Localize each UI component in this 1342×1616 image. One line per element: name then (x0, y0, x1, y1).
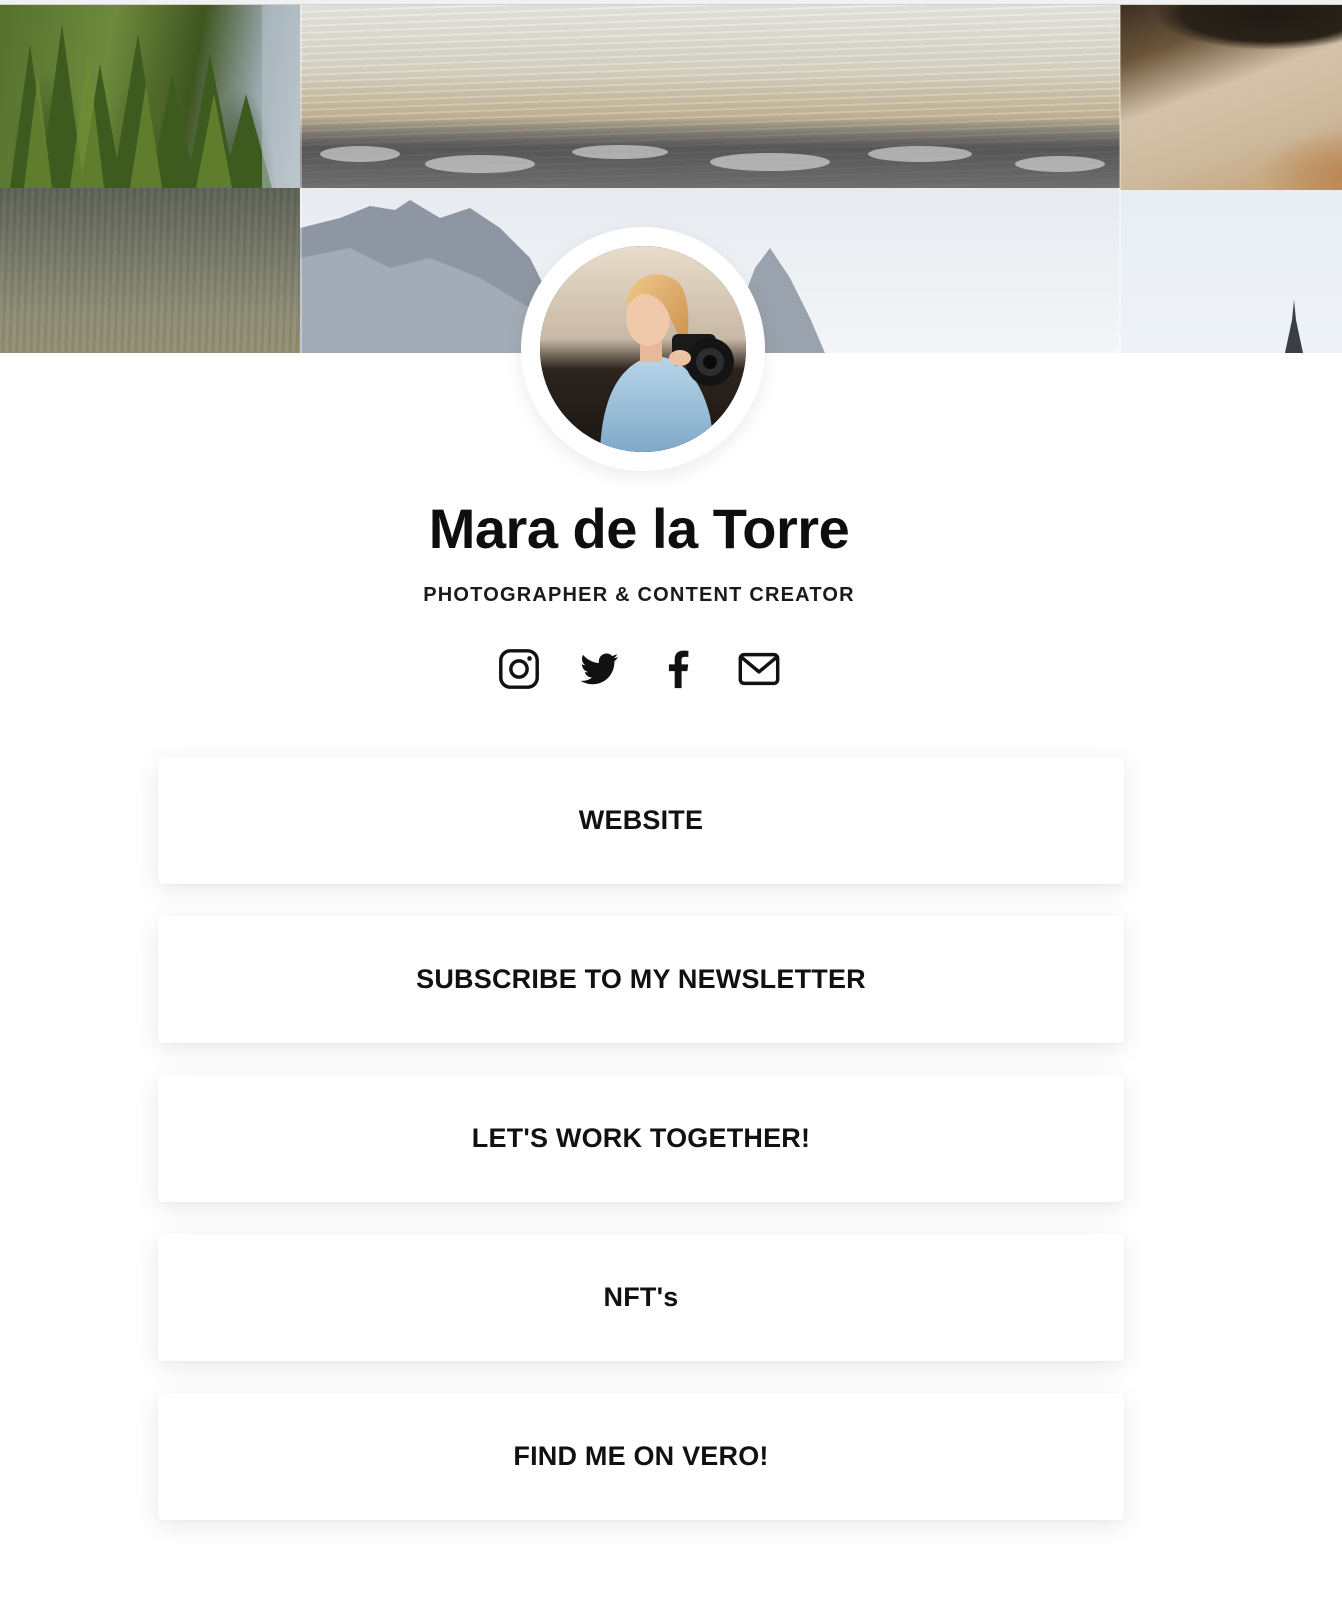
forest-photo (0, 4, 300, 188)
forest-trees-image (10, 4, 300, 188)
instagram-icon (499, 649, 539, 689)
twitter-icon (580, 653, 619, 685)
tile-divider (1119, 4, 1121, 353)
mail-icon (738, 652, 780, 686)
sky-photo (1120, 190, 1342, 353)
tile-divider (300, 4, 302, 353)
profile-tagline: PHOTOGRAPHER & CONTENT CREATOR (423, 584, 855, 606)
cliff-photo (0, 188, 300, 353)
link-list: WEBSITE SUBSCRIBE TO MY NEWSLETTER LET'S… (158, 757, 1124, 1552)
website-button[interactable]: WEBSITE (158, 757, 1124, 884)
link-label: WEBSITE (578, 805, 704, 835)
facebook-icon (668, 650, 689, 689)
sea-photo (300, 4, 1120, 188)
steeple-image (1285, 300, 1303, 353)
email-link[interactable] (736, 646, 782, 692)
instagram-link[interactable] (496, 646, 542, 692)
twitter-link[interactable] (576, 646, 622, 692)
newsletter-button[interactable]: SUBSCRIBE TO MY NEWSLETTER (158, 916, 1124, 1043)
link-label: NFT's (603, 1282, 679, 1312)
social-links (0, 645, 1278, 693)
vero-button[interactable]: FIND ME ON VERO! (158, 1393, 1124, 1520)
nfts-button[interactable]: NFT's (158, 1234, 1124, 1361)
sea-foam-image (320, 145, 1105, 173)
profile-avatar-ring (521, 227, 765, 471)
work-together-button[interactable]: LET'S WORK TOGETHER! (158, 1075, 1124, 1202)
link-label: SUBSCRIBE TO MY NEWSLETTER (416, 964, 866, 994)
browser-top-edge (0, 0, 1342, 5)
avatar (540, 246, 746, 452)
link-label: LET'S WORK TOGETHER! (471, 1123, 811, 1153)
beach-photo (1120, 4, 1342, 190)
facebook-link[interactable] (656, 646, 702, 692)
link-label: FIND ME ON VERO! (513, 1441, 769, 1471)
profile-name: Mara de la Torre (428, 497, 850, 560)
avatar-photo (540, 246, 746, 452)
